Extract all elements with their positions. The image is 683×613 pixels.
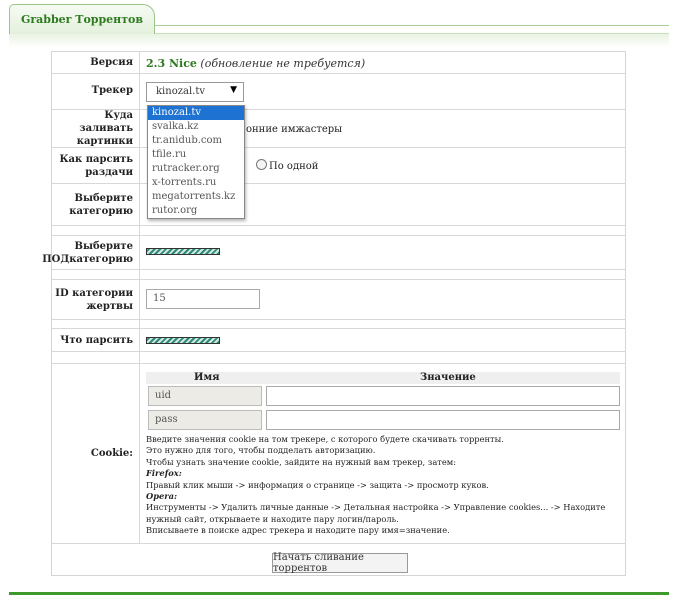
cookie-table-header: Имя Значение xyxy=(146,372,620,384)
victim-id-label: ID категории жертвы xyxy=(52,280,140,319)
final-step: Вписываете в поиске адрес трекера и нахо… xyxy=(146,525,450,536)
version-label: Версия xyxy=(52,52,140,73)
tab-bar: Grabber Торрентов xyxy=(9,0,669,48)
opera-heading: Opera: xyxy=(146,491,178,502)
tracker-option[interactable]: rutor.org xyxy=(148,204,244,218)
tracker-option[interactable]: x-torrents.ru xyxy=(148,176,244,190)
cookie-col-name: Имя xyxy=(194,372,220,383)
upload-label: Куда заливать картинки xyxy=(52,110,140,147)
tab-grabber[interactable]: Grabber Торрентов xyxy=(9,4,155,34)
tracker-option[interactable]: tr.anidub.com xyxy=(148,134,244,148)
subcategory-loading-bar xyxy=(146,248,220,255)
cookie-value-field[interactable] xyxy=(266,386,620,406)
spacer-cell xyxy=(52,320,140,328)
cookie-name-field[interactable]: pass xyxy=(148,410,262,430)
tracker-option[interactable]: kinozal.tv xyxy=(148,106,244,120)
version-number: 2.3 Nice xyxy=(146,57,197,70)
version-note: (обновление не требуется) xyxy=(200,57,366,70)
firefox-heading: Firefox: xyxy=(146,468,182,479)
row-parse-mode: Как парсить раздачи По одной xyxy=(52,148,625,184)
tracker-select[interactable]: kinozal.tv ▼ xyxy=(146,82,244,102)
row-cookie: Cookie: Имя Значение uid pass Введите зн… xyxy=(52,364,625,544)
row-spacer xyxy=(52,270,625,280)
row-what-parse: Что парсить xyxy=(52,329,625,352)
cookie-value-field[interactable] xyxy=(266,410,620,430)
footer-bar xyxy=(9,592,669,595)
row-upload: Куда заливать картинки онние имжастеры xyxy=(52,110,625,148)
tracker-option[interactable]: svalka.kz xyxy=(148,120,244,134)
spacer-cell xyxy=(52,226,140,235)
row-subcategory: Выберите ПОДкатегорию xyxy=(42,236,625,270)
tab-shade xyxy=(9,33,669,48)
opera-steps: Инструменты -> Удалить личные данные -> … xyxy=(146,502,606,524)
instruction-line: Это нужно для того, чтобы подделать авто… xyxy=(146,445,376,456)
spacer-cell xyxy=(52,352,140,363)
tracker-option[interactable]: megatorrents.kz xyxy=(148,190,244,204)
row-spacer xyxy=(52,226,625,236)
spacer-cell xyxy=(52,270,140,279)
tracker-label: Трекер xyxy=(52,74,140,109)
instruction-line: Введите значения cookie на том трекере, … xyxy=(146,434,504,444)
cookie-label: Cookie: xyxy=(52,364,140,543)
subcategory-label: Выберите ПОДкатегорию xyxy=(42,236,140,269)
row-tracker: Трекер xyxy=(52,74,625,110)
what-parse-label: Что парсить xyxy=(52,329,140,351)
victim-id-input[interactable]: 15 xyxy=(146,289,260,309)
parse-mode-label: Как парсить раздачи xyxy=(52,148,140,183)
row-victim-id: ID категории жертвы 15 xyxy=(52,280,625,320)
row-spacer xyxy=(52,320,625,329)
grabber-form: Версия 2.3 Nice (обновление не требуется… xyxy=(42,51,626,576)
instruction-line: Чтобы узнать значение cookie, зайдите на… xyxy=(146,456,457,467)
dropdown-arrow-icon: ▼ xyxy=(230,85,237,95)
what-parse-loading-bar xyxy=(146,337,220,344)
row-category: Выберите категорию xyxy=(52,184,625,226)
tracker-option[interactable]: tfile.ru xyxy=(148,148,244,162)
tracker-dropdown-list: kinozal.tv svalka.kz tr.anidub.com tfile… xyxy=(147,105,245,219)
tracker-option[interactable]: rutracker.org xyxy=(148,162,244,176)
tracker-selected-value: kinozal.tv xyxy=(156,86,205,97)
cookie-name-field[interactable]: uid xyxy=(148,386,262,406)
radio-one-by-one[interactable] xyxy=(256,159,267,170)
row-submit: Начать сливание торрентов xyxy=(52,544,625,575)
firefox-steps: Правый клик мыши -> информация о страниц… xyxy=(146,479,489,490)
start-grabbing-button[interactable]: Начать сливание торрентов xyxy=(272,552,408,574)
radio-one-by-one-label: По одной xyxy=(269,161,319,172)
category-label: Выберите категорию xyxy=(52,184,140,225)
tab-line xyxy=(155,25,669,26)
cookie-instructions: Введите значения cookie на том трекере, … xyxy=(146,434,624,537)
row-spacer xyxy=(52,352,625,364)
cookie-col-value: Значение xyxy=(420,372,476,383)
row-version: Версия 2.3 Nice (обновление не требуется… xyxy=(52,52,625,74)
